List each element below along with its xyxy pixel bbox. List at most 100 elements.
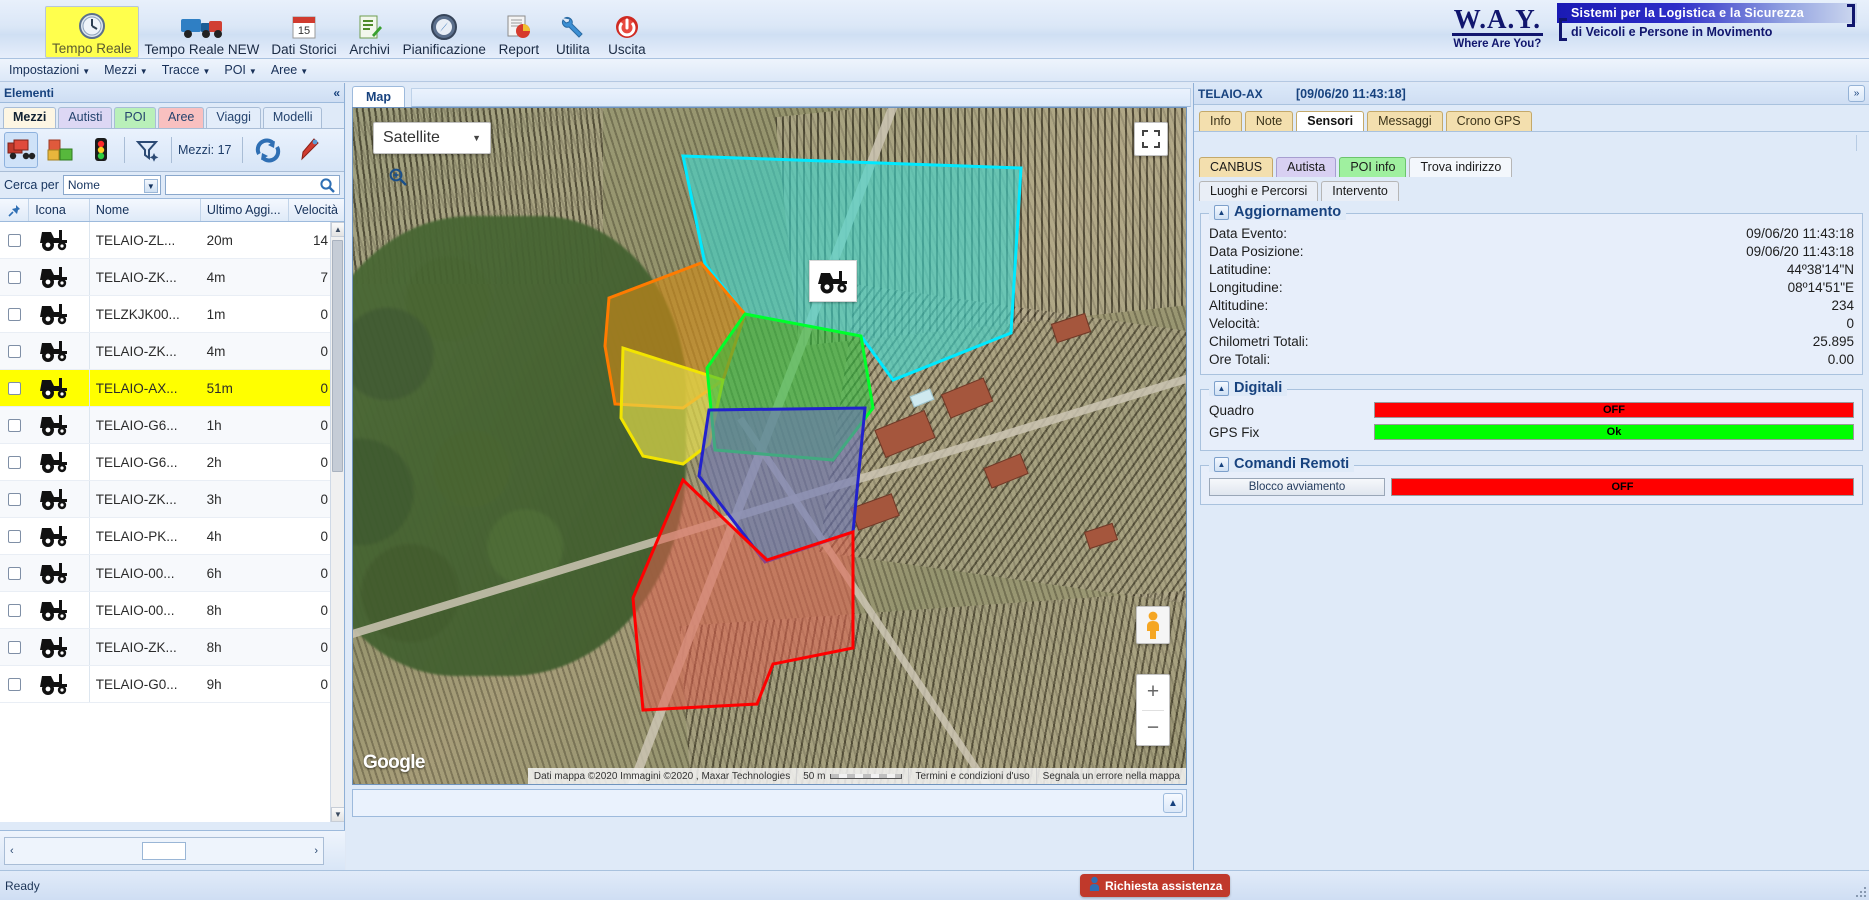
- tab-poi[interactable]: POI: [114, 107, 156, 128]
- zoom-out-button[interactable]: −: [1137, 711, 1169, 746]
- row-checkbox-cell[interactable]: [0, 370, 29, 406]
- row-checkbox-cell[interactable]: [0, 296, 29, 332]
- menu-item-mezzi[interactable]: Mezzi ▼: [97, 61, 155, 79]
- collapse-up-icon[interactable]: ▲: [1163, 793, 1183, 813]
- tab-autista[interactable]: Autista: [1276, 157, 1337, 177]
- table-row[interactable]: TELAIO-00... 8h 0: [0, 592, 344, 629]
- tab-autisti[interactable]: Autisti: [58, 107, 113, 128]
- tab-canbus[interactable]: CANBUS: [1199, 157, 1274, 177]
- map-zones-overlay[interactable]: [353, 108, 1186, 784]
- ribbon-item-dati-storici[interactable]: 15 Dati Storici: [265, 4, 342, 58]
- scrollbar-thumb[interactable]: [332, 240, 343, 472]
- row-checkbox-cell[interactable]: [0, 407, 29, 443]
- resize-grip-icon[interactable]: [1854, 886, 1866, 898]
- refresh-icon[interactable]: [251, 132, 285, 168]
- table-row[interactable]: TELZKJK00... 1m 0: [0, 296, 344, 333]
- chevron-double-right-icon[interactable]: »: [1848, 85, 1865, 102]
- ribbon-item-tempo-reale-new[interactable]: Tempo Reale NEW: [139, 4, 266, 58]
- vehicle-map-marker[interactable]: [809, 260, 857, 302]
- ribbon-item-archivi[interactable]: Archivi: [343, 4, 397, 58]
- ribbon-item-report[interactable]: Report: [492, 4, 546, 58]
- row-checkbox[interactable]: [8, 455, 22, 469]
- row-checkbox-cell[interactable]: [0, 444, 29, 480]
- tab-trova-indirizzo[interactable]: Trova indirizzo: [1409, 157, 1513, 177]
- pager-next-icon[interactable]: ›: [314, 845, 318, 857]
- scroll-up-icon[interactable]: ▲: [331, 222, 344, 237]
- chevron-double-left-icon[interactable]: «: [333, 86, 340, 100]
- tab-aree[interactable]: Aree: [157, 107, 205, 128]
- column-header-icona[interactable]: Icona: [29, 199, 90, 221]
- filter-icon[interactable]: [131, 132, 165, 168]
- row-checkbox[interactable]: [8, 344, 22, 358]
- tab-intervento[interactable]: Intervento: [1321, 181, 1399, 201]
- table-row[interactable]: TELAIO-G6... 1h 0: [0, 407, 344, 444]
- chevron-down-icon[interactable]: ▼: [472, 133, 481, 143]
- marker-pin-icon[interactable]: [291, 132, 325, 168]
- tab-modelli[interactable]: Modelli: [262, 107, 323, 128]
- row-checkbox[interactable]: [8, 492, 22, 506]
- row-checkbox-cell[interactable]: [0, 555, 29, 591]
- chevron-down-icon[interactable]: ▼: [143, 179, 158, 193]
- column-header-ultimo-aggiornamento[interactable]: Ultimo Aggi...: [201, 199, 290, 221]
- column-header-nome[interactable]: Nome: [90, 199, 201, 221]
- menu-item-aree[interactable]: Aree ▼: [264, 61, 315, 79]
- row-checkbox-cell[interactable]: [0, 629, 29, 665]
- pager-prev-icon[interactable]: ‹: [10, 845, 14, 857]
- zoom-controls[interactable]: + −: [1136, 674, 1170, 746]
- row-checkbox-cell[interactable]: [0, 333, 29, 369]
- menu-item-tracce[interactable]: Tracce ▼: [155, 61, 218, 79]
- row-checkbox-cell[interactable]: [0, 222, 29, 258]
- row-checkbox[interactable]: [8, 270, 22, 284]
- column-header-velocita[interactable]: Velocità: [289, 199, 344, 221]
- table-row[interactable]: TELAIO-ZK... 4m 7: [0, 259, 344, 296]
- search-icon[interactable]: [319, 177, 336, 197]
- row-checkbox[interactable]: [8, 677, 22, 691]
- map-type-selector[interactable]: Satellite ▼: [373, 122, 491, 154]
- row-checkbox-cell[interactable]: [0, 481, 29, 517]
- ribbon-item-pianificazione[interactable]: Pianificazione: [397, 4, 492, 58]
- tab-crono-gps[interactable]: Crono GPS: [1445, 111, 1532, 131]
- tab-mezzi[interactable]: Mezzi: [3, 107, 57, 128]
- column-header-pin[interactable]: [0, 199, 30, 221]
- table-row[interactable]: TELAIO-G0... 9h 0: [0, 666, 344, 703]
- vehicles-grid-scrollbar[interactable]: ▲ ▼: [330, 222, 344, 822]
- fullscreen-icon[interactable]: [1134, 122, 1168, 156]
- zoom-in-button[interactable]: +: [1137, 675, 1169, 710]
- menu-item-impostazioni[interactable]: Impostazioni ▼: [2, 61, 97, 79]
- row-checkbox[interactable]: [8, 233, 22, 247]
- table-row[interactable]: TELAIO-ZK... 4m 0: [0, 333, 344, 370]
- zoom-search-icon[interactable]: [387, 166, 409, 188]
- row-checkbox[interactable]: [8, 307, 22, 321]
- collapse-up-icon[interactable]: ▲: [1214, 456, 1229, 472]
- scroll-down-icon[interactable]: ▼: [331, 807, 344, 822]
- tab-viaggi[interactable]: Viaggi: [206, 107, 261, 128]
- tab-sensori[interactable]: Sensori: [1296, 111, 1365, 131]
- row-checkbox-cell[interactable]: [0, 259, 29, 295]
- fleet-icon[interactable]: [4, 132, 38, 168]
- collapse-up-icon[interactable]: ▲: [1214, 380, 1229, 396]
- richiesta-assistenza-button[interactable]: Richiesta assistenza: [1080, 874, 1231, 897]
- row-checkbox[interactable]: [8, 418, 22, 432]
- packages-icon[interactable]: [44, 132, 78, 168]
- row-checkbox[interactable]: [8, 529, 22, 543]
- table-row[interactable]: TELAIO-PK... 4h 0: [0, 518, 344, 555]
- tab-messaggi[interactable]: Messaggi: [1367, 111, 1443, 131]
- traffic-light-icon[interactable]: [84, 132, 118, 168]
- table-row[interactable]: TELAIO-G6... 2h 0: [0, 444, 344, 481]
- table-row[interactable]: TELAIO-AX... 51m 0: [0, 370, 344, 407]
- attribution-report[interactable]: Segnala un errore nella mappa: [1035, 768, 1186, 784]
- table-row[interactable]: TELAIO-ZK... 8h 0: [0, 629, 344, 666]
- ribbon-item-utilita[interactable]: Utilita: [546, 4, 600, 58]
- row-checkbox-cell[interactable]: [0, 592, 29, 628]
- search-input-wrapper[interactable]: [164, 175, 340, 197]
- tab-note[interactable]: Note: [1244, 111, 1294, 131]
- tab-map[interactable]: Map: [352, 86, 405, 107]
- street-view-pegman-icon[interactable]: [1136, 606, 1170, 644]
- vehicles-grid-body[interactable]: TELAIO-ZL... 20m 14 TELAIO-ZK... 4m 7 TELZKJK0…: [0, 222, 344, 822]
- collapse-up-icon[interactable]: ▲: [1214, 204, 1229, 220]
- menu-item-poi[interactable]: POI ▼: [217, 61, 263, 79]
- pager-page-box[interactable]: [142, 841, 186, 860]
- ribbon-item-uscita[interactable]: Uscita: [600, 4, 654, 58]
- row-checkbox[interactable]: [8, 603, 22, 617]
- row-checkbox[interactable]: [8, 381, 22, 395]
